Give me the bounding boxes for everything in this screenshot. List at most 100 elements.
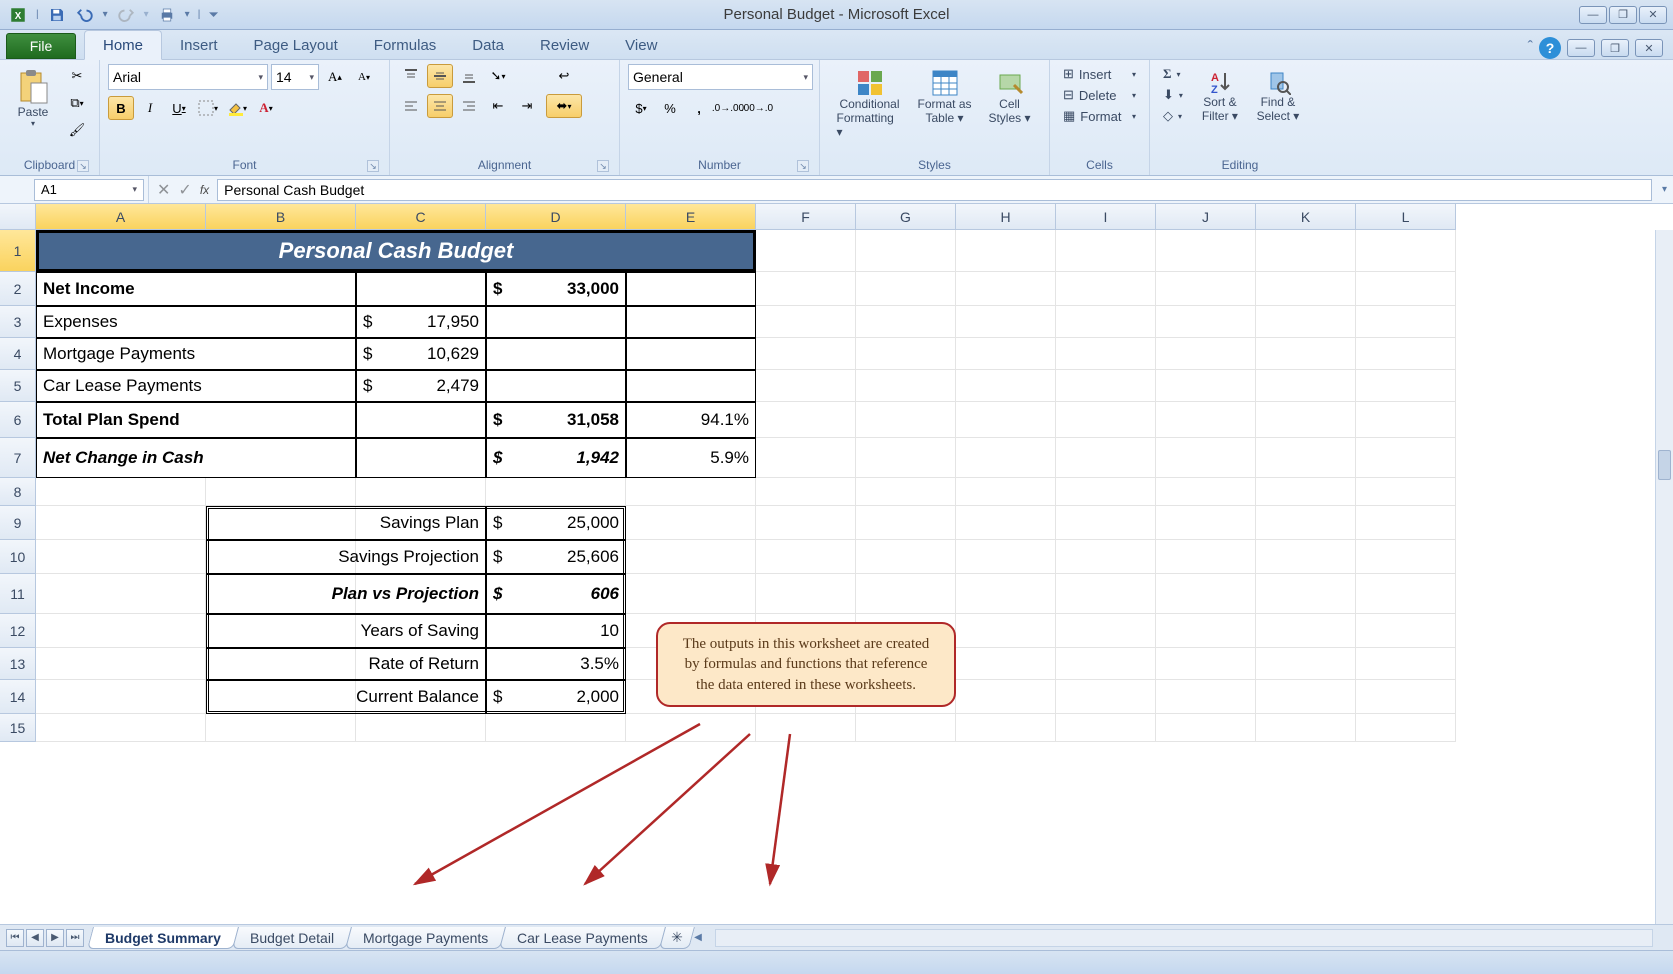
cell-blank[interactable] — [956, 370, 1056, 402]
cell-blank[interactable] — [856, 506, 956, 540]
format-as-table-button[interactable]: Format asTable ▾ — [912, 64, 978, 130]
doc-close-button[interactable]: ✕ — [1635, 39, 1663, 57]
cell-blank[interactable] — [956, 402, 1056, 438]
insert-cells-button[interactable]: ⊞Insert ▾ — [1058, 64, 1141, 84]
cell-blank[interactable] — [1056, 478, 1156, 506]
cell-blank[interactable] — [856, 574, 956, 614]
row-header-10[interactable]: 10 — [0, 540, 36, 574]
cell-blank[interactable] — [1156, 680, 1256, 714]
next-sheet-icon[interactable]: ▶ — [46, 929, 64, 947]
cell-blank[interactable] — [1356, 402, 1456, 438]
cell-E7[interactable]: 5.9% — [626, 438, 756, 478]
cell-blank[interactable] — [756, 574, 856, 614]
cell-blank[interactable] — [1256, 438, 1356, 478]
find-select-button[interactable]: Find &Select ▾ — [1252, 64, 1304, 128]
cell-blank[interactable] — [1156, 614, 1256, 648]
cell-blank[interactable] — [1056, 306, 1156, 338]
cell-blank[interactable] — [1356, 478, 1456, 506]
cell-blank[interactable] — [1356, 574, 1456, 614]
cell-blank[interactable] — [856, 370, 956, 402]
cell-D3[interactable] — [486, 306, 626, 338]
minimize-button[interactable]: — — [1579, 6, 1607, 24]
cell-blank[interactable] — [856, 540, 956, 574]
cell-D12[interactable]: 10 — [486, 614, 626, 648]
cell-D2[interactable]: $33,000 — [486, 272, 626, 306]
cell-blank[interactable] — [956, 614, 1056, 648]
cut-icon[interactable]: ✂ — [64, 64, 90, 88]
cell-blank[interactable] — [1356, 714, 1456, 742]
cell-blank[interactable] — [756, 540, 856, 574]
merge-center-icon[interactable]: ⬌▾ — [546, 94, 582, 118]
percent-format-icon[interactable]: % — [657, 96, 683, 120]
column-header-H[interactable]: H — [956, 204, 1056, 230]
cell-blank[interactable] — [756, 306, 856, 338]
sheet-tab-car-lease-payments[interactable]: Car Lease Payments — [499, 927, 666, 949]
cell-B10[interactable]: Savings Projection — [206, 540, 486, 574]
cell-blank[interactable] — [1356, 370, 1456, 402]
cell-B13[interactable]: Rate of Return — [206, 648, 486, 680]
column-header-I[interactable]: I — [1056, 204, 1156, 230]
row-header-5[interactable]: 5 — [0, 370, 36, 402]
name-box[interactable]: A1▾ — [34, 179, 144, 201]
cell-blank[interactable] — [1156, 402, 1256, 438]
cell-blank[interactable] — [956, 648, 1056, 680]
save-icon[interactable] — [45, 4, 69, 26]
cell-blank[interactable] — [856, 478, 956, 506]
fill-color-icon[interactable]: ▾ — [224, 96, 250, 120]
cell-blank[interactable] — [856, 272, 956, 306]
decrease-font-icon[interactable]: A▾ — [351, 65, 377, 89]
cell-blank[interactable] — [1156, 370, 1256, 402]
row-header-3[interactable]: 3 — [0, 306, 36, 338]
last-sheet-icon[interactable]: ⏭ — [66, 929, 84, 947]
new-sheet-button[interactable]: ✳ — [659, 927, 695, 949]
cell-blank[interactable] — [486, 714, 626, 742]
cell-B11[interactable]: Plan vs Projection — [206, 574, 486, 614]
bold-button[interactable]: B — [108, 96, 134, 120]
tab-insert[interactable]: Insert — [162, 31, 236, 59]
cell-blank[interactable] — [1256, 272, 1356, 306]
cell-E6[interactable]: 94.1% — [626, 402, 756, 438]
formula-input[interactable] — [217, 179, 1652, 201]
cell-blank[interactable] — [1256, 306, 1356, 338]
cell-A3[interactable]: Expenses — [36, 306, 356, 338]
cell-A6[interactable]: Total Plan Spend — [36, 402, 356, 438]
cell-blank[interactable] — [1056, 438, 1156, 478]
expand-formula-bar-icon[interactable]: ▾ — [1656, 184, 1673, 195]
cell-blank[interactable] — [1256, 648, 1356, 680]
doc-minimize-button[interactable]: — — [1567, 39, 1595, 57]
cell-blank[interactable] — [1056, 230, 1156, 272]
cell-blank[interactable] — [1056, 338, 1156, 370]
excel-icon[interactable]: X — [6, 4, 30, 26]
increase-decimal-icon[interactable]: .0→.00 — [715, 96, 741, 120]
column-header-L[interactable]: L — [1356, 204, 1456, 230]
cell-blank[interactable] — [956, 478, 1056, 506]
row-header-2[interactable]: 2 — [0, 272, 36, 306]
cell-blank[interactable] — [206, 714, 356, 742]
cell-A4[interactable]: Mortgage Payments — [36, 338, 356, 370]
cell-blank[interactable] — [956, 574, 1056, 614]
enter-formula-icon[interactable]: ✓ — [178, 180, 191, 200]
print-icon[interactable] — [155, 4, 179, 26]
scroll-thumb[interactable] — [1658, 450, 1671, 480]
sort-filter-button[interactable]: AZ Sort &Filter ▾ — [1194, 64, 1246, 128]
cell-blank[interactable] — [1256, 402, 1356, 438]
sheet-tab-budget-detail[interactable]: Budget Detail — [232, 927, 352, 949]
align-bottom-icon[interactable] — [456, 64, 482, 88]
cell-blank[interactable] — [1156, 306, 1256, 338]
cell-blank[interactable] — [36, 614, 206, 648]
horizontal-scrollbar[interactable] — [715, 929, 1653, 947]
row-header-15[interactable]: 15 — [0, 714, 36, 742]
cell-blank[interactable] — [1356, 540, 1456, 574]
maximize-button[interactable]: ❐ — [1609, 6, 1637, 24]
cell-blank[interactable] — [756, 438, 856, 478]
cell-blank[interactable] — [1256, 338, 1356, 370]
cell-blank[interactable] — [856, 402, 956, 438]
cell-blank[interactable] — [756, 714, 856, 742]
align-left-icon[interactable] — [398, 94, 424, 118]
column-header-G[interactable]: G — [856, 204, 956, 230]
cell-blank[interactable] — [1356, 230, 1456, 272]
cell-blank[interactable] — [956, 438, 1056, 478]
cell-blank[interactable] — [956, 506, 1056, 540]
clipboard-launcher-icon[interactable]: ↘ — [77, 160, 89, 172]
cell-E5[interactable] — [626, 370, 756, 402]
